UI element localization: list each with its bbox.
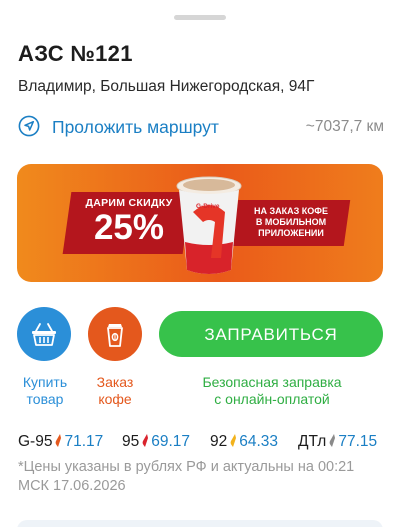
order-coffee-label-line-2[interactable]: кофе [80,391,150,408]
promo-description: НА ЗАКАЗ КОФЕ В МОБИЛЬНОМ ПРИЛОЖЕНИИ [241,206,341,239]
online-payment-note-line-2: с онлайн-оплатой [214,391,330,407]
drag-handle[interactable] [174,15,226,20]
fuel-type: ДТл [298,433,327,450]
refuel-button-label[interactable]: ЗАПРАВИТЬСЯ [159,325,383,345]
order-coffee-label-line-1[interactable]: Заказ [80,374,150,391]
order-coffee-label[interactable]: Заказ кофе [80,374,150,408]
fuel-price: 69.17 [151,433,191,450]
fuel-type: 95 [122,433,140,450]
prices-disclaimer: *Цены указаны в рублях РФ и актуальны на… [18,459,355,494]
fuel-price: 71.17 [64,433,104,450]
fuel-price-item: 95 69.17 [122,433,190,451]
coffee-cup-image: G-Drive [176,176,242,274]
buy-goods-label-line-2[interactable]: товар [10,391,80,408]
buy-goods-label-line-1[interactable]: Купить [10,374,80,391]
coffee-promo-banner[interactable]: ДАРИМ СКИДКУ 25% НА ЗАКАЗ КОФЕ В МОБИЛЬН… [17,164,383,282]
promo-line-2: В МОБИЛЬНОМ [255,217,327,227]
buy-goods-button[interactable] [17,307,71,361]
shopping-basket-icon [32,323,56,346]
route-label[interactable]: Проложить маршрут [52,117,219,138]
cup-brand-text: G-Drive [196,203,220,210]
fuel-prices: G-95 71.17 95 69.17 92 64.33 ДТл 77.15 [18,433,388,453]
next-section-card [17,520,383,527]
fuel-drop-icon [230,434,237,447]
online-payment-note-line-1: Безопасная заправка [202,374,342,390]
route-link[interactable]: Проложить маршрут ~7037,7 км [18,114,384,140]
fuel-type: G-95 [18,433,53,450]
refuel-button[interactable]: ЗАПРАВИТЬСЯ [159,311,383,357]
fuel-price-item: 92 64.33 [210,433,278,451]
fuel-drop-icon [142,434,149,447]
coffee-cup-icon [107,324,123,347]
promo-line-1: НА ЗАКАЗ КОФЕ [254,206,328,216]
fuel-price: 64.33 [239,433,279,450]
promo-line-3: ПРИЛОЖЕНИИ [258,228,324,238]
fuel-drop-icon [56,434,62,447]
promo-discount: 25% [93,208,165,247]
fuel-drop-icon [329,434,336,447]
navigation-arrow-icon [18,115,40,137]
route-distance: ~7037,7 км [305,118,384,135]
station-address: Владимир, Большая Нижегородская, 94Г [18,78,315,95]
station-title: АЗС №121 [18,41,133,66]
fuel-type: 92 [210,433,228,450]
fuel-price: 77.15 [338,433,378,450]
online-payment-note: Безопасная заправка с онлайн-оплатой [180,374,364,408]
fuel-price-item: G-95 71.17 [18,433,103,451]
order-coffee-button[interactable] [88,307,142,361]
fuel-price-item: ДТл 77.15 [298,433,377,451]
buy-goods-label[interactable]: Купить товар [10,374,80,408]
